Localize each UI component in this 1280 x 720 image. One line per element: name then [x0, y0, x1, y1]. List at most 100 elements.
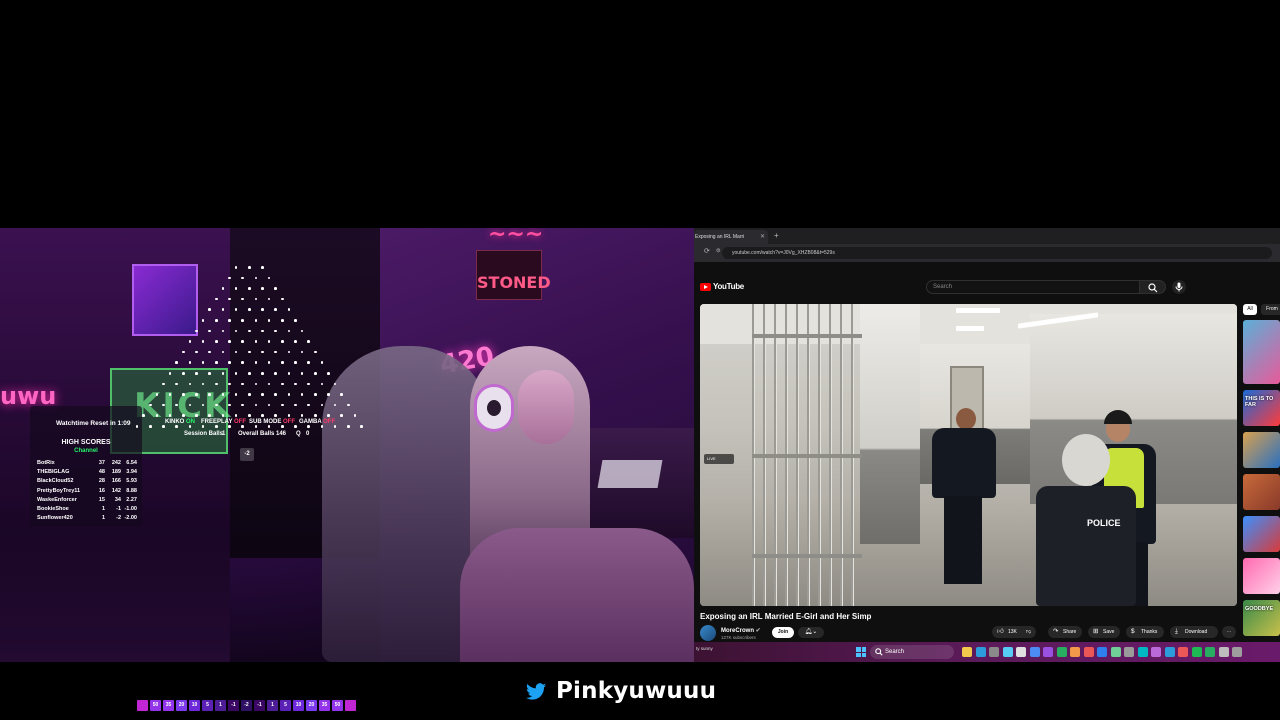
notification-bell-button[interactable]: 🔔︎⌄: [798, 627, 824, 638]
plinko-slot: 35: [319, 700, 330, 711]
high-scores-subtitle: Channel: [74, 448, 98, 454]
plinko-peg: [281, 361, 284, 364]
plinko-peg: [254, 425, 258, 428]
plinko-peg: [294, 425, 297, 428]
taskbar-tray-icon[interactable]: [1232, 647, 1242, 657]
plinko-peg: [149, 403, 152, 407]
thanks-button[interactable]: $ Thanks: [1126, 626, 1164, 638]
voice-search-button[interactable]: [1172, 280, 1186, 294]
recommended-thumb[interactable]: [1243, 320, 1280, 384]
plinko-peg: [221, 329, 225, 333]
taskbar-notes-icon[interactable]: [1016, 647, 1026, 657]
taskbar-twitch-icon[interactable]: [1043, 647, 1053, 657]
watchtime-reset: Watchtime Reset in 1:09: [56, 420, 131, 427]
plinko-peg: [208, 308, 211, 311]
recommended-thumb[interactable]: [1243, 516, 1280, 552]
plinko-peg: [234, 266, 238, 269]
more-actions-button[interactable]: ⋯: [1222, 626, 1236, 638]
plinko-slot: -1: [228, 700, 239, 711]
plinko-peg: [267, 297, 271, 301]
plinko-peg: [248, 329, 251, 333]
plinko-peg: [274, 350, 277, 354]
thanks-icon: $: [1131, 628, 1135, 635]
taskbar-widget[interactable]: ty sunny: [696, 646, 713, 652]
plinko-peg: [188, 403, 192, 407]
join-button[interactable]: Join: [772, 627, 794, 638]
taskbar-telegram-icon[interactable]: [1164, 647, 1175, 657]
taskbar-search[interactable]: Search: [870, 645, 954, 659]
plinko-peg: [281, 382, 284, 386]
browser-tab[interactable]: Exposing an IRL Marri ✕: [694, 230, 768, 244]
plinko-peg: [353, 414, 357, 417]
taskbar-edge-icon[interactable]: [1002, 647, 1013, 657]
recommended-thumb[interactable]: THIS IS TO FAR: [1243, 390, 1280, 426]
plinko-peg: [320, 425, 324, 428]
plinko-peg: [340, 414, 343, 417]
windows-start-icon[interactable]: [856, 647, 866, 657]
plinko-peg: [267, 382, 271, 386]
chip-from[interactable]: From: [1261, 304, 1280, 315]
save-button[interactable]: ⊞ Save: [1088, 626, 1120, 638]
plinko-peg: [314, 414, 317, 417]
recommended-thumb[interactable]: [1243, 432, 1280, 468]
chip-all[interactable]: All: [1243, 304, 1257, 315]
taskbar-mail-icon[interactable]: [975, 647, 986, 657]
plinko-peg: [182, 414, 185, 417]
plinko-peg: [267, 403, 271, 407]
plinko-peg: [294, 403, 297, 407]
plinko-peg: [175, 425, 178, 428]
thumbs-down-icon[interactable]: 👎︎: [1026, 626, 1031, 638]
taskbar-app-icon[interactable]: [1110, 647, 1121, 657]
share-button[interactable]: ↷ Share: [1048, 626, 1082, 638]
recommended-thumb[interactable]: GOODBYE: [1243, 600, 1280, 636]
tab-close-icon[interactable]: ✕: [760, 230, 765, 244]
channel-name[interactable]: MoreCrown ✔: [721, 627, 761, 634]
taskbar-discord-icon[interactable]: [1029, 647, 1040, 657]
taskbar-obs-icon[interactable]: [1151, 647, 1161, 657]
plinko-peg: [188, 361, 192, 364]
plinko-peg: [241, 276, 244, 280]
new-tab-icon[interactable]: +: [774, 231, 779, 240]
recommended-thumb[interactable]: [1243, 558, 1280, 594]
plinko-peg: [228, 403, 231, 407]
search-icon: [875, 648, 883, 656]
plinko-peg: [267, 319, 271, 322]
like-button[interactable]: 👍︎ 13K 👎︎: [992, 626, 1036, 638]
taskbar-tray-icon[interactable]: [1218, 647, 1229, 657]
plinko-peg: [228, 361, 231, 364]
taskbar-settings-icon[interactable]: [989, 647, 999, 657]
taskbar-apps-icon[interactable]: [1124, 647, 1134, 657]
plinko-slot: -2: [241, 700, 252, 711]
plinko-peg: [294, 319, 297, 322]
url-field[interactable]: youtube.com/watch?v=J0Vg_XHZB08&t=529s: [722, 247, 1272, 259]
last-drop-badge: -2: [240, 448, 254, 461]
plinko-peg: [267, 361, 271, 364]
reload-icon[interactable]: ⟳: [704, 247, 710, 255]
plinko-peg: [254, 403, 258, 407]
taskbar-folder-icon[interactable]: [962, 647, 972, 657]
plinko-peg: [274, 372, 277, 375]
search-input[interactable]: Search: [926, 280, 1140, 294]
taskbar-whatsapp-icon[interactable]: [1205, 647, 1215, 657]
taskbar-android-icon[interactable]: [1056, 647, 1067, 657]
plinko-slot: 35: [163, 700, 174, 711]
site-info-icon[interactable]: ⊜: [716, 248, 721, 254]
taskbar-steam-icon[interactable]: [1097, 647, 1107, 657]
plinko-peg: [195, 393, 198, 396]
search-button[interactable]: [1140, 280, 1166, 294]
download-button[interactable]: ⤓ Download: [1170, 626, 1218, 638]
taskbar-files-icon[interactable]: [1070, 647, 1080, 657]
taskbar-spotify-icon[interactable]: [1191, 647, 1202, 657]
plinko-slot: 20: [306, 700, 317, 711]
taskbar-record-icon[interactable]: [1083, 647, 1094, 657]
taskbar-youtube-icon[interactable]: [1178, 647, 1188, 657]
handle-text: Pinkyuwuuu: [556, 678, 717, 704]
video-player[interactable]: POLICE LIVE: [700, 304, 1237, 606]
plinko-peg: [248, 266, 251, 269]
channel-avatar[interactable]: [700, 625, 716, 641]
plinko-peg: [254, 382, 258, 386]
taskbar-teams-icon[interactable]: [1137, 647, 1148, 657]
plinko-peg: [201, 382, 205, 386]
recommended-thumb[interactable]: [1243, 474, 1280, 510]
streamer-body: [460, 528, 694, 662]
